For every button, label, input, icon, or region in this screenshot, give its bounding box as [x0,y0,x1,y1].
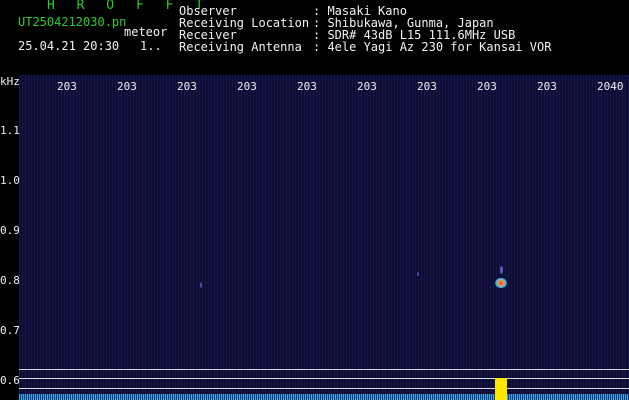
y-tick-5: 0.7 [0,324,20,337]
meteor-echo-tail [500,266,503,274]
y-tick-3: 0.9 [0,224,20,237]
info-key-antenna: Receiving Antenna [179,40,302,54]
spectrogram-noise [19,75,629,400]
y-tick-2: 1.0 [0,174,20,187]
meteor-echo-signal [495,278,507,288]
spectrogram-plot[interactable] [19,75,629,400]
x-tick-10: 2040 [597,80,624,93]
x-tick-9: 203 [537,80,557,93]
x-tick-3: 203 [177,80,197,93]
info-value-antenna: : 4ele Yagi Az 230 for Kansai VOR [313,40,552,54]
x-tick-5: 203 [297,80,317,93]
amplitude-trace [19,394,629,400]
x-tick-7: 203 [417,80,437,93]
x-tick-4: 203 [237,80,257,93]
count-label: 1.. [140,39,162,53]
detector-label: meteor [124,25,168,39]
faint-signal-1 [200,282,202,288]
header: H R O F F T UT2504212030.pn meteor 25.04… [0,0,629,74]
x-tick-8: 203 [477,80,497,93]
datetime-label: 25.04.21 20:30 [18,39,120,53]
y-tick-4: 0.8 [0,274,20,287]
reference-line-1 [19,369,629,370]
faint-signal-2 [417,272,419,276]
reference-line-3 [19,388,629,389]
filename-label: UT2504212030.pn [18,15,127,29]
x-tick-6: 203 [357,80,377,93]
y-tick-6: 0.6 [0,374,20,387]
x-tick-2: 203 [117,80,137,93]
y-tick-1: 1.1 [0,124,20,137]
y-axis-unit: kHz [0,75,20,88]
amplitude-peak [495,378,507,400]
reference-line-2 [19,378,629,379]
x-tick-1: 203 [57,80,77,93]
